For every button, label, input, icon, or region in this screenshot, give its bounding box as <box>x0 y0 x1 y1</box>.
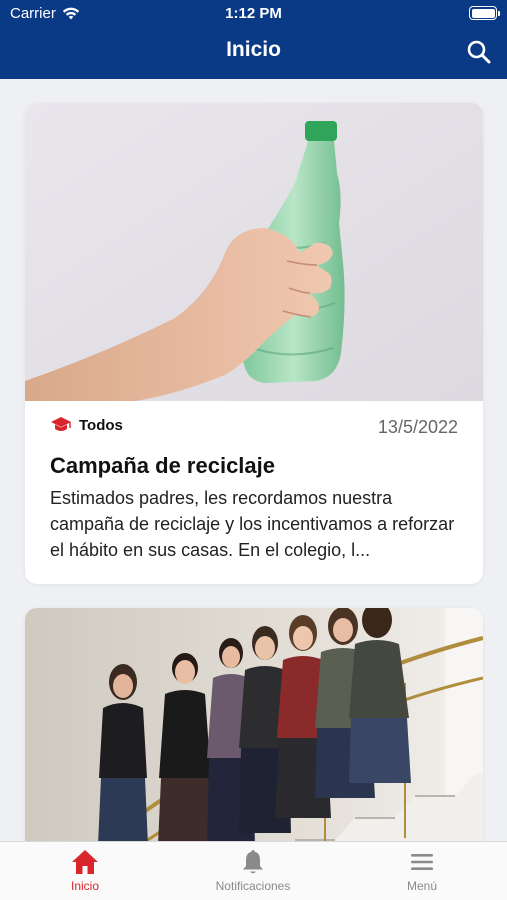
news-card[interactable] <box>25 608 483 841</box>
graduation-cap-icon <box>51 417 71 431</box>
home-icon <box>72 850 98 874</box>
app-screen: Carrier 1:12 PM Inicio Todos 13/5/2022 C… <box>0 0 507 900</box>
status-time: 1:12 PM <box>225 5 282 22</box>
search-button[interactable] <box>465 38 493 66</box>
tab-label: Notificaciones <box>215 879 291 893</box>
post-title: Campaña de reciclaje <box>50 453 276 478</box>
post-excerpt: Estimados padres, les recordamos nuestra… <box>50 488 455 560</box>
post-meta: Todos 13/5/2022 <box>50 415 458 437</box>
post-image-students-stairs <box>25 608 483 841</box>
category-label: Todos <box>79 416 123 434</box>
post-category: Todos <box>50 416 123 434</box>
page-title: Inicio <box>226 38 281 61</box>
bell-icon <box>243 850 263 874</box>
tab-label: Menú <box>406 879 438 893</box>
tab-notificaciones[interactable]: Notificaciones <box>168 848 338 898</box>
tab-label: Inicio <box>70 879 99 893</box>
post-image-recycling-bottle <box>25 103 483 401</box>
hamburger-menu-icon <box>411 854 433 870</box>
post-date: 13/5/2022 <box>377 417 458 437</box>
news-feed[interactable]: Todos 13/5/2022 Campaña de reciclaje Est… <box>0 79 507 841</box>
status-bar: Carrier 1:12 PM <box>0 0 507 28</box>
bottom-tab-bar: Inicio Notificaciones Menú <box>0 841 507 900</box>
tab-menu[interactable]: Menú <box>337 848 507 898</box>
news-card[interactable]: Todos 13/5/2022 Campaña de reciclaje Est… <box>25 103 483 584</box>
top-bar: Carrier 1:12 PM Inicio <box>0 0 507 79</box>
search-icon <box>467 40 491 64</box>
battery-icon <box>469 6 500 20</box>
tab-inicio[interactable]: Inicio <box>0 848 170 898</box>
